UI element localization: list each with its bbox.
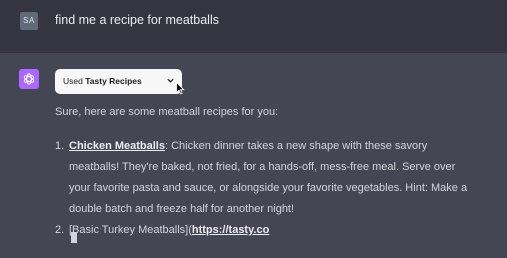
recipe-title-text: [Basic Turkey Meatballs]( (69, 224, 192, 236)
list-number: 1. (55, 140, 65, 152)
recipe-link-tasty[interactable]: https://tasty.co (192, 224, 269, 236)
assistant-avatar (19, 69, 39, 89)
plugin-name: Tasty Recipes (85, 76, 142, 86)
user-message-text: find me a recipe for meatballs (55, 13, 219, 27)
plugin-used-dropdown[interactable]: Used Tasty Recipes (55, 69, 182, 94)
chevron-down-icon (167, 78, 174, 83)
plugin-prefix: Used (63, 76, 86, 86)
user-avatar: SA (20, 12, 38, 30)
list-item: 1. Chicken Meatballs: Chicken dinner tak… (55, 136, 475, 220)
recipe-list: 1. Chicken Meatballs: Chicken dinner tak… (55, 136, 475, 241)
plugin-label: Used Tasty Recipes (63, 76, 142, 86)
list-number: 2. (55, 224, 65, 236)
openai-logo-icon (23, 73, 35, 85)
typing-cursor (71, 232, 77, 243)
user-message-row: SA find me a recipe for meatballs (0, 0, 507, 53)
assistant-intro-text: Sure, here are some meatball recipes for… (55, 106, 279, 118)
list-item: 2. [Basic Turkey Meatballs](https://tast… (55, 220, 475, 241)
recipe-link-chicken-meatballs[interactable]: Chicken Meatballs (69, 140, 165, 152)
mouse-pointer-icon (176, 82, 185, 95)
